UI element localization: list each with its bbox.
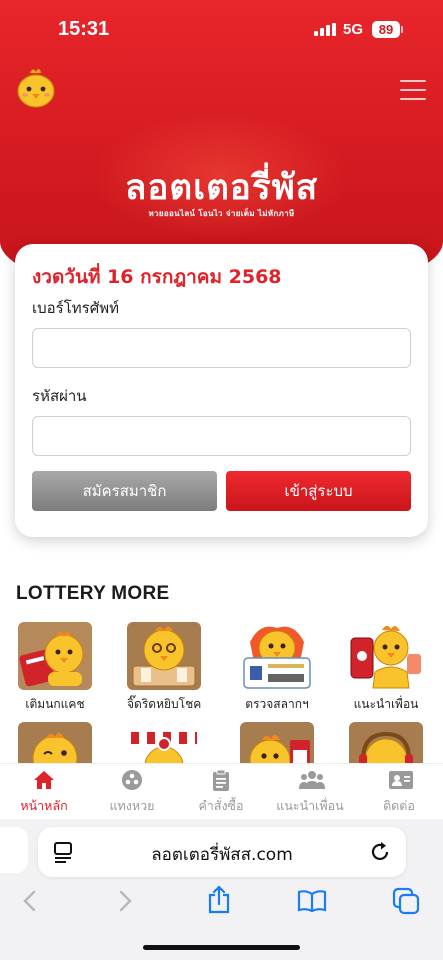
bookmarks-icon[interactable]: [297, 889, 327, 913]
tile-top-up-cash[interactable]: เติมนกแคช: [18, 622, 92, 714]
tab-place-bet[interactable]: แทงหวย: [88, 764, 176, 820]
tab-label: แนะนำเพื่อน: [276, 798, 344, 813]
tile-label: เติมนกแคช: [25, 697, 85, 711]
status-time: 15:31: [58, 18, 110, 40]
tab-label: ติดต่อ: [383, 798, 415, 813]
chick-phone-icon: [349, 622, 423, 690]
tile-label: ตรวจสลากฯ: [245, 697, 309, 711]
draw-date-title: งวดวันที่ 16 กรกฎาคม 2568: [32, 266, 282, 288]
section-title-lottery-more: LOTTERY MORE: [16, 583, 170, 604]
clipboard-icon: [213, 769, 229, 791]
home-icon: [34, 771, 54, 789]
tile-scratch-luck[interactable]: จิ๊ดริดหยิบโชค: [127, 622, 201, 714]
lottery-ball-icon: [122, 770, 142, 790]
network-label: 5G: [343, 21, 364, 38]
contact-card-icon: [389, 771, 413, 789]
chick-logo-icon[interactable]: [16, 67, 56, 109]
brand-tagline: หวยออนไลน์ โอนไว จ่ายเต็ม ไม่หักภาษี: [148, 209, 295, 218]
phone-input[interactable]: [32, 328, 411, 368]
chick-wallet-icon: [18, 622, 92, 690]
tile-check-lottery[interactable]: ตรวจสลากฯ: [240, 622, 314, 714]
share-icon[interactable]: [206, 885, 232, 915]
tabs-icon[interactable]: [392, 887, 420, 915]
password-label: รหัสผ่าน: [32, 387, 87, 405]
battery-cap: [401, 26, 403, 33]
chick-scratch-icon: [127, 622, 201, 690]
chick-ticket-icon: [240, 622, 314, 690]
register-button[interactable]: สมัครสมาชิก: [32, 471, 217, 511]
login-card: งวดวันที่ 16 กรกฎาคม 2568 เบอร์โทรศัพท์ …: [15, 244, 428, 537]
password-input[interactable]: [32, 416, 411, 456]
tile-refer-friend[interactable]: แนะนำเพื่อน: [349, 622, 423, 714]
battery-icon: 89: [372, 21, 400, 38]
back-icon[interactable]: [20, 889, 40, 913]
hamburger-menu-icon[interactable]: [400, 80, 428, 102]
home-indicator: [143, 945, 300, 950]
tab-refer[interactable]: แนะนำเพื่อน: [266, 764, 354, 820]
signal-icon: [314, 23, 338, 36]
status-bar: 15:31 5G 89: [0, 0, 443, 58]
tab-orders[interactable]: คำสั่งซื้อ: [177, 764, 265, 820]
tab-label: แทงหวย: [109, 798, 155, 813]
tab-label: หน้าหลัก: [20, 798, 68, 813]
tile-label: จิ๊ดริดหยิบโชค: [127, 697, 202, 711]
phone-label: เบอร์โทรศัพท์: [32, 299, 120, 317]
previous-tab-peek[interactable]: [0, 827, 28, 873]
address-bar[interactable]: ลอตเตอรี่พัสส.com: [38, 827, 406, 877]
users-icon: [299, 771, 325, 789]
browser-toolbar: ลอตเตอรี่พัสส.com: [0, 819, 443, 960]
tab-home[interactable]: หน้าหลัก: [0, 764, 88, 820]
tab-contact[interactable]: ติดต่อ: [355, 764, 443, 820]
tile-label: แนะนำเพื่อน: [353, 697, 419, 711]
login-button[interactable]: เข้าสู่ระบบ: [226, 471, 411, 511]
url-text[interactable]: ลอตเตอรี่พัสส.com: [38, 841, 406, 868]
forward-icon[interactable]: [115, 889, 135, 913]
tab-label: คำสั่งซื้อ: [198, 798, 244, 813]
reload-icon[interactable]: [371, 841, 391, 863]
bottom-nav-bar: หน้าหลัก แทงหวย คำสั่งซื้อ แนะนำเพื่อน ต…: [0, 763, 443, 819]
